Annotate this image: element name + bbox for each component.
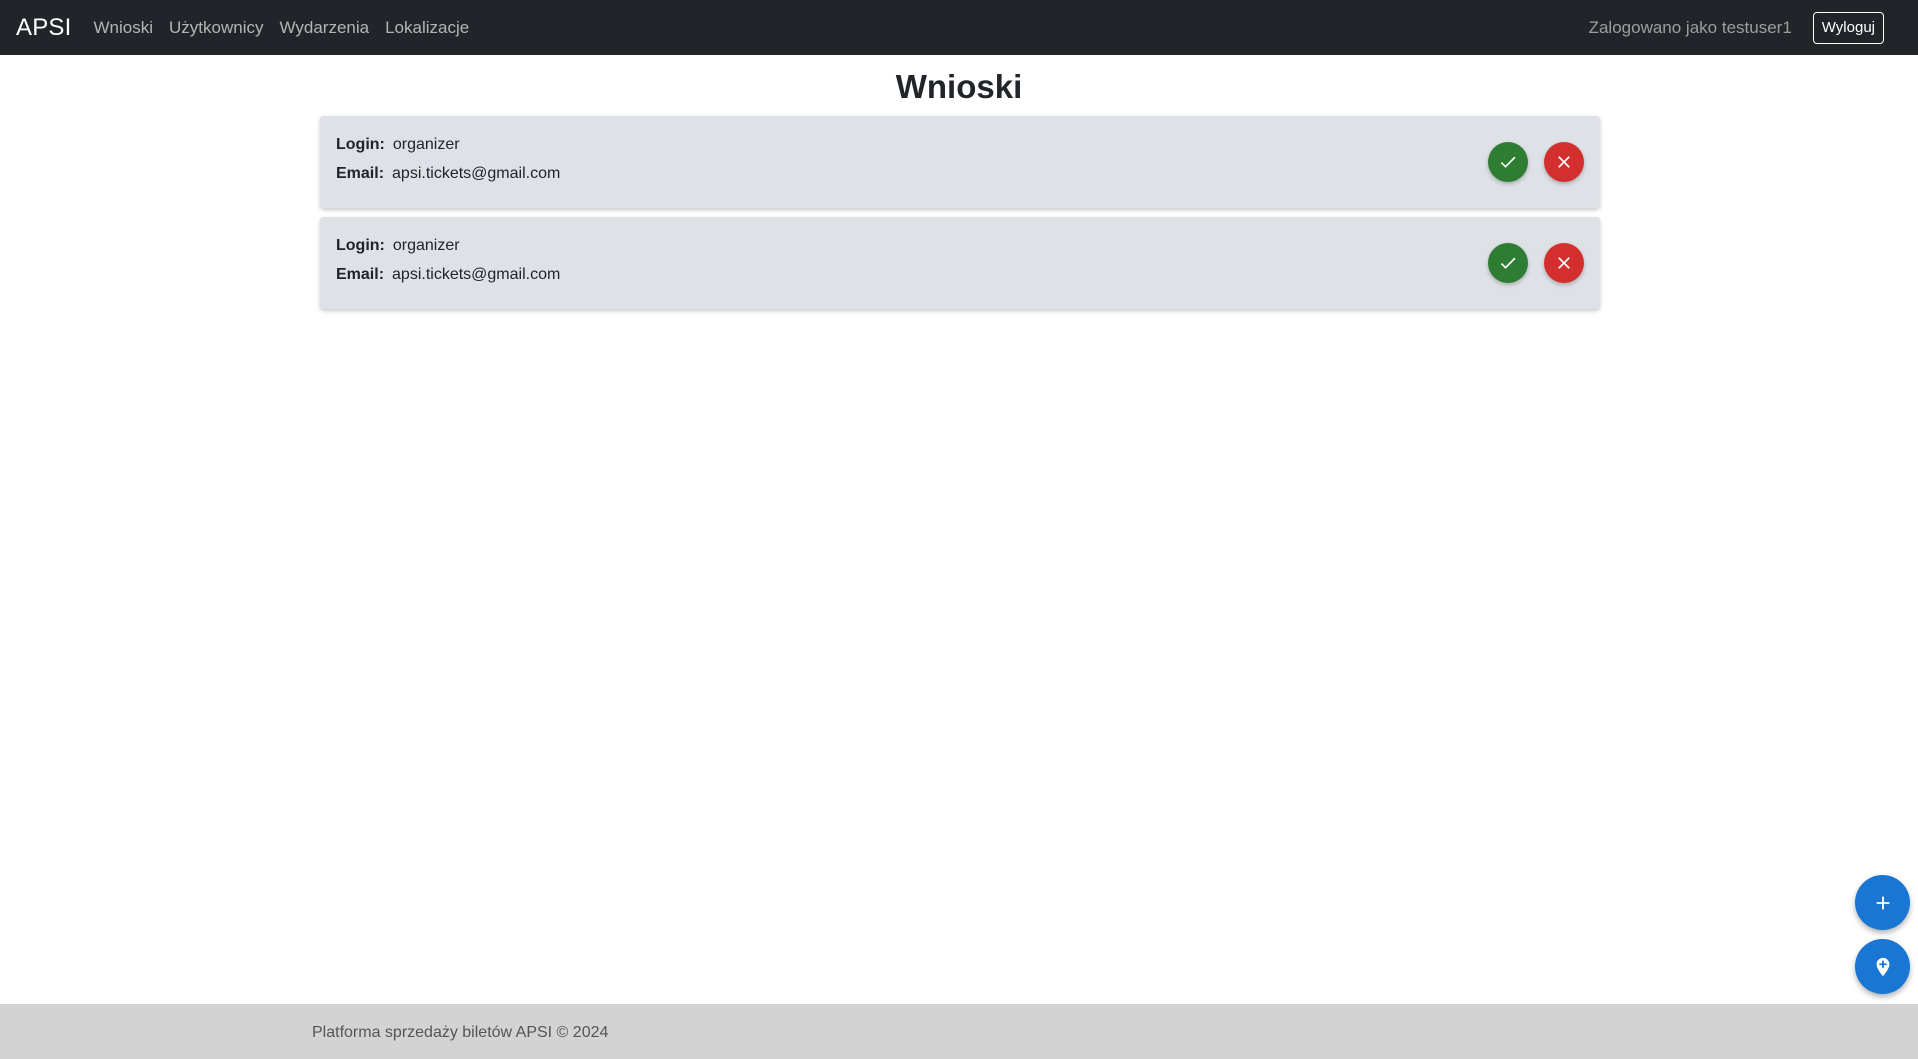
top-navbar: APSI Wnioski Użytkownicy Wydarzenia Loka… <box>0 0 1918 55</box>
close-icon <box>1558 156 1570 168</box>
accept-button[interactable] <box>1488 243 1528 283</box>
login-label: Login: <box>336 136 385 153</box>
check-icon <box>1500 257 1516 269</box>
add-location-fab-button[interactable] <box>1855 939 1910 994</box>
request-card: Login: organizer Email: apsi.tickets@gmail… <box>320 217 1600 309</box>
nav-link-lokalizacje[interactable]: Lokalizacje <box>377 18 477 38</box>
nav-user-area: Zalogowano jako testuser1 Wyloguj <box>1588 11 1884 44</box>
nav-link-wydarzenia[interactable]: Wydarzenia <box>271 18 377 38</box>
reject-button[interactable] <box>1544 243 1584 283</box>
add-fab-button[interactable] <box>1855 875 1910 930</box>
login-row: Login: organizer <box>336 237 460 255</box>
footer: Platforma sprzedaży biletów APSI © 2024 <box>0 1004 1918 1059</box>
page-title: Wnioski <box>895 68 1023 105</box>
email-value: apsi.tickets@gmail.com <box>392 165 561 182</box>
login-value: organizer <box>392 136 460 153</box>
nav-link-uzytkownicy[interactable]: Użytkownicy <box>161 18 271 38</box>
login-label: Login: <box>336 237 385 254</box>
request-list: Login: organizer Email: apsi.tickets@gmail… <box>320 116 1600 318</box>
nav-link-wnioski[interactable]: Wnioski <box>86 18 162 38</box>
login-row: Login: organizer <box>336 136 460 154</box>
close-icon <box>1558 257 1570 269</box>
login-value: organizer <box>392 237 460 254</box>
email-label: Email: <box>336 165 385 182</box>
logout-button[interactable]: Wyloguj <box>1812 11 1884 44</box>
email-value: apsi.tickets@gmail.com <box>392 266 561 283</box>
logged-in-user-text: Zalogowano jako testuser1 <box>1588 17 1792 37</box>
reject-button[interactable] <box>1544 142 1584 182</box>
email-row: Email: apsi.tickets@gmail.com <box>336 165 560 183</box>
request-card: Login: organizer Email: apsi.tickets@gmail… <box>320 116 1600 208</box>
footer-text: Platforma sprzedaży biletów APSI © 2024 <box>312 1024 609 1041</box>
email-label: Email: <box>336 266 385 283</box>
accept-button[interactable] <box>1488 142 1528 182</box>
nav-links: Wnioski Użytkownicy Wydarzenia Lokalizac… <box>86 18 478 38</box>
plus-icon <box>1876 896 1889 909</box>
check-icon <box>1500 156 1516 168</box>
email-row: Email: apsi.tickets@gmail.com <box>336 266 560 284</box>
brand-logo[interactable]: APSI <box>16 14 72 42</box>
add-location-icon <box>1876 957 1889 976</box>
